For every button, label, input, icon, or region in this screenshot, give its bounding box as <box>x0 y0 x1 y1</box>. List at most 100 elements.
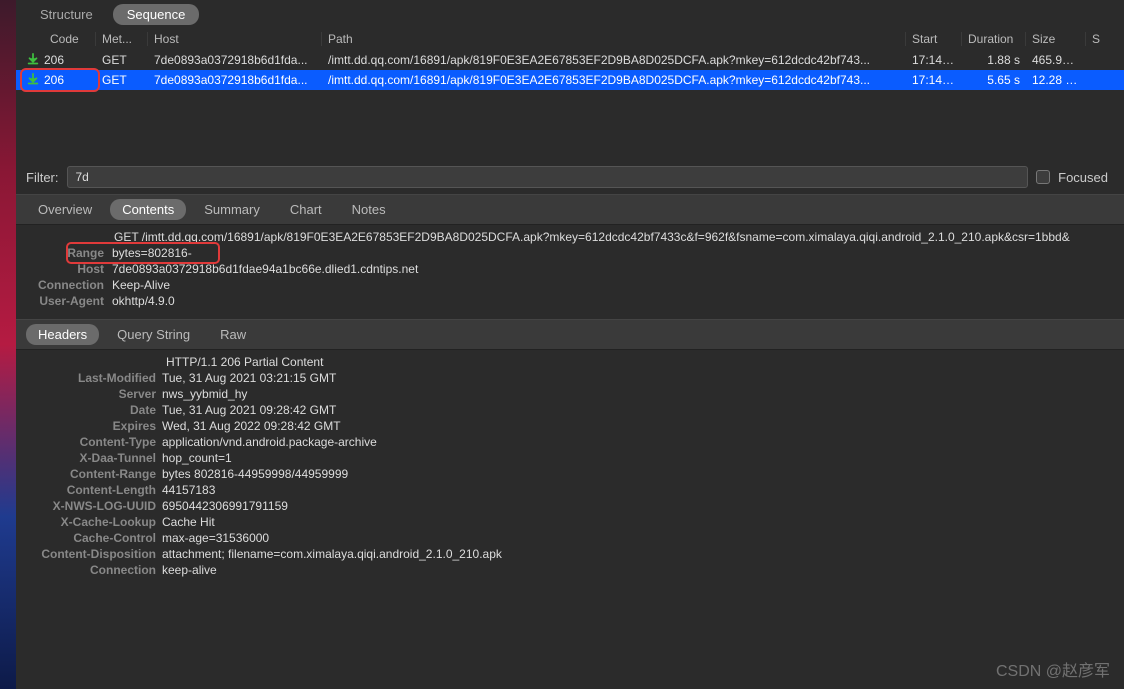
response-header-row: ExpiresWed, 31 Aug 2022 09:28:42 GMT <box>16 418 1124 434</box>
cell-size: 12.28 MB <box>1026 73 1086 87</box>
response-header-key: Connection <box>16 563 162 577</box>
focused-checkbox[interactable] <box>1036 170 1050 184</box>
response-view-tabs: Headers Query String Raw <box>16 319 1124 350</box>
download-icon <box>26 53 40 67</box>
request-line-text: GET /imtt.dd.qq.com/16891/apk/819F0E3EA2… <box>16 230 1124 244</box>
response-status-line: HTTP/1.1 206 Partial Content <box>16 354 1124 370</box>
request-header-key: Range <box>16 246 112 260</box>
request-header-row: User-Agentokhttp/4.9.0 <box>16 293 1124 309</box>
response-header-value: Wed, 31 Aug 2022 09:28:42 GMT <box>162 419 341 433</box>
col-status[interactable]: S <box>1086 32 1124 46</box>
table-row[interactable]: 206 GET7de0893a0372918b6d1fda.../imtt.dd.… <box>16 50 1124 70</box>
request-header-value: bytes=802816- <box>112 246 1124 260</box>
request-header-key: Connection <box>16 278 112 292</box>
response-header-value: application/vnd.android.package-archive <box>162 435 377 449</box>
request-header-value: okhttp/4.9.0 <box>112 294 1124 308</box>
cell-path: /imtt.dd.qq.com/16891/apk/819F0E3EA2E678… <box>322 53 906 67</box>
request-header-key: Host <box>16 262 112 276</box>
request-header-row: ConnectionKeep-Alive <box>16 277 1124 293</box>
response-header-row: Connectionkeep-alive <box>16 562 1124 578</box>
tab-notes[interactable]: Notes <box>340 199 398 220</box>
filter-bar: Filter: Focused <box>16 160 1124 194</box>
response-header-value: Cache Hit <box>162 515 215 529</box>
col-path[interactable]: Path <box>322 32 906 46</box>
response-header-row: X-Daa-Tunnelhop_count=1 <box>16 450 1124 466</box>
cell-code: 206 <box>44 73 64 87</box>
request-headers-panel: GET /imtt.dd.qq.com/16891/apk/819F0E3EA2… <box>16 225 1124 319</box>
response-header-key: Content-Range <box>16 467 162 481</box>
response-status-text: HTTP/1.1 206 Partial Content <box>16 355 323 369</box>
tab-headers[interactable]: Headers <box>26 324 99 345</box>
filter-input[interactable] <box>67 166 1029 188</box>
response-header-value: hop_count=1 <box>162 451 232 465</box>
cell-start: 17:14:48 <box>906 73 962 87</box>
response-header-key: Date <box>16 403 162 417</box>
cell-duration: 1.88 s <box>962 53 1026 67</box>
response-header-key: Content-Disposition <box>16 547 162 561</box>
col-size[interactable]: Size <box>1026 32 1086 46</box>
view-mode-tabs: Structure Sequence <box>16 0 1124 28</box>
response-header-key: Last-Modified <box>16 371 162 385</box>
cell-code: 206 <box>44 53 64 67</box>
detail-tabs: Overview Contents Summary Chart Notes <box>16 194 1124 225</box>
response-header-key: Content-Length <box>16 483 162 497</box>
request-table: Code Met... Host Path Start Duration Siz… <box>16 28 1124 90</box>
response-header-value: Tue, 31 Aug 2021 03:21:15 GMT <box>162 371 336 385</box>
app-root: Structure Sequence Code Met... Host Path… <box>16 0 1124 689</box>
response-header-value: Tue, 31 Aug 2021 09:28:42 GMT <box>162 403 336 417</box>
response-header-key: Content-Type <box>16 435 162 449</box>
table-row[interactable]: 206GET7de0893a0372918b6d1fda.../imtt.dd.… <box>16 70 1124 90</box>
cell-start: 17:14:47 <box>906 53 962 67</box>
tab-summary[interactable]: Summary <box>192 199 272 220</box>
col-method[interactable]: Met... <box>96 32 148 46</box>
response-header-row: Content-Rangebytes 802816-44959998/44959… <box>16 466 1124 482</box>
response-header-row: X-NWS-LOG-UUID6950442306991791159 <box>16 498 1124 514</box>
col-duration[interactable]: Duration <box>962 32 1026 46</box>
download-icon <box>26 73 40 87</box>
response-header-value: max-age=31536000 <box>162 531 269 545</box>
table-empty-area <box>16 90 1124 160</box>
cell-path: /imtt.dd.qq.com/16891/apk/819F0E3EA2E678… <box>322 73 906 87</box>
table-header-row: Code Met... Host Path Start Duration Siz… <box>16 28 1124 50</box>
request-header-row: Rangebytes=802816- <box>16 245 1124 261</box>
response-header-value: 6950442306991791159 <box>162 499 288 513</box>
response-header-key: Cache-Control <box>16 531 162 545</box>
tab-overview[interactable]: Overview <box>26 199 104 220</box>
request-line: GET /imtt.dd.qq.com/16891/apk/819F0E3EA2… <box>16 229 1124 245</box>
cell-host: 7de0893a0372918b6d1fda... <box>148 53 322 67</box>
response-header-value: 44157183 <box>162 483 215 497</box>
response-header-value: attachment; filename=com.ximalaya.qiqi.a… <box>162 547 502 561</box>
response-header-key: Expires <box>16 419 162 433</box>
response-header-row: Cache-Controlmax-age=31536000 <box>16 530 1124 546</box>
col-host[interactable]: Host <box>148 32 322 46</box>
cell-method: GET <box>96 73 148 87</box>
focused-label: Focused <box>1058 170 1108 185</box>
response-header-value: keep-alive <box>162 563 217 577</box>
response-header-row: DateTue, 31 Aug 2021 09:28:42 GMT <box>16 402 1124 418</box>
response-header-key: X-Daa-Tunnel <box>16 451 162 465</box>
cell-duration: 5.65 s <box>962 73 1026 87</box>
response-header-row: Content-Length44157183 <box>16 482 1124 498</box>
response-header-row: Content-Typeapplication/vnd.android.pack… <box>16 434 1124 450</box>
tab-structure[interactable]: Structure <box>26 4 107 25</box>
response-header-value: nws_yybmid_hy <box>162 387 247 401</box>
request-header-row: Host7de0893a0372918b6d1fdae94a1bc66e.dli… <box>16 261 1124 277</box>
response-header-row: Content-Dispositionattachment; filename=… <box>16 546 1124 562</box>
request-header-value: Keep-Alive <box>112 278 1124 292</box>
response-headers-panel: HTTP/1.1 206 Partial Content Last-Modifi… <box>16 350 1124 598</box>
tab-query-string[interactable]: Query String <box>105 324 202 345</box>
cell-method: GET <box>96 53 148 67</box>
response-header-key: X-NWS-LOG-UUID <box>16 499 162 513</box>
tab-contents[interactable]: Contents <box>110 199 186 220</box>
tab-chart[interactable]: Chart <box>278 199 334 220</box>
response-header-row: Servernws_yybmid_hy <box>16 386 1124 402</box>
tab-raw[interactable]: Raw <box>208 324 258 345</box>
tab-sequence[interactable]: Sequence <box>113 4 200 25</box>
response-header-key: Server <box>16 387 162 401</box>
col-code[interactable]: Code <box>16 32 96 46</box>
response-header-row: X-Cache-LookupCache Hit <box>16 514 1124 530</box>
window-edge-strip <box>0 0 16 689</box>
request-header-key: User-Agent <box>16 294 112 308</box>
col-start[interactable]: Start <box>906 32 962 46</box>
cell-size: 465.94 KB <box>1026 53 1086 67</box>
